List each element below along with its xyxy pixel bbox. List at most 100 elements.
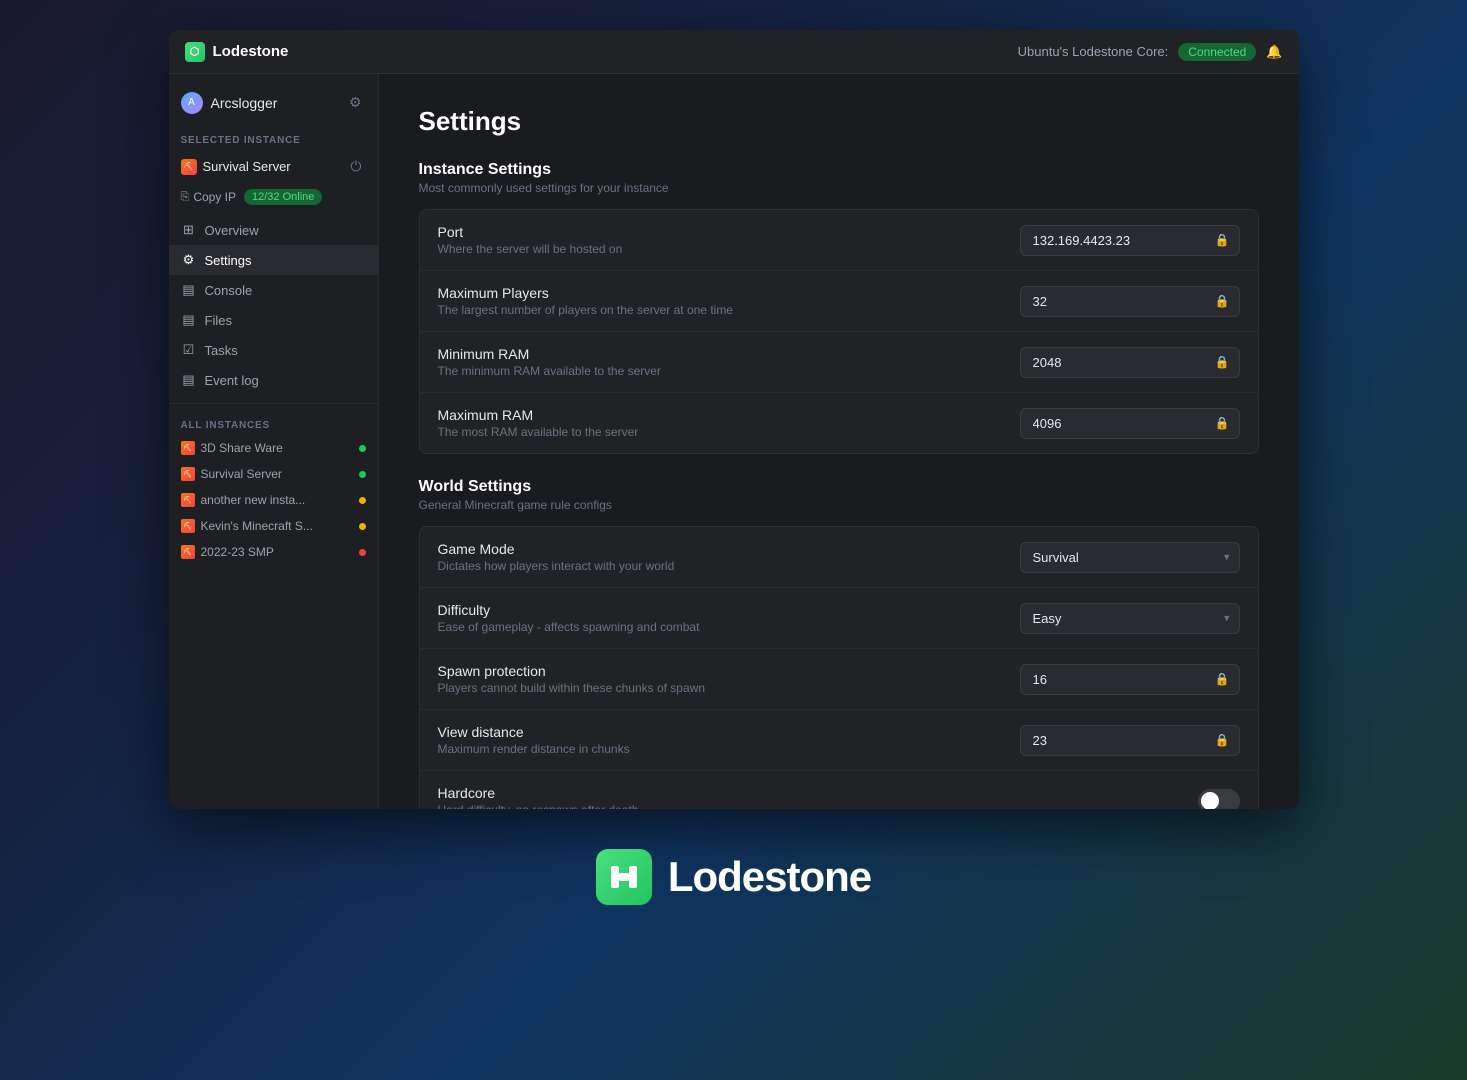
setting-row-port: Port Where the server will be hosted on … [420,210,1258,271]
instance-list-name: 2022-23 SMP [201,545,274,559]
overview-icon: ⊞ [181,222,197,238]
nav-label-overview: Overview [205,223,259,238]
port-input[interactable] [1020,225,1240,256]
view-distance-input[interactable] [1020,725,1240,756]
tasks-icon: ☑ [181,342,197,358]
username: Arcslogger [211,95,278,111]
setting-left: Port Where the server will be hosted on [438,224,1020,256]
sidebar-item-tasks[interactable]: ☑ Tasks [169,335,378,365]
sidebar-item-settings[interactable]: ⚙ Settings [169,245,378,275]
setting-desc: Ease of gameplay - affects spawning and … [438,620,1020,634]
instance-list-name: Survival Server [201,467,282,481]
avatar: A [181,92,203,114]
header: ⬡ Lodestone Ubuntu's Lodestone Core: Con… [169,30,1299,74]
sidebar-user-row: A Arcslogger ⚙ [169,86,378,127]
setting-name: Game Mode [438,541,1020,557]
hardcore-toggle[interactable] [1198,789,1240,809]
copy-icon: ⎘ [181,191,190,204]
setting-left: Maximum Players The largest number of pl… [438,285,1020,317]
setting-name: Difficulty [438,602,1020,618]
power-button[interactable]: ⏻ [346,154,365,179]
core-label: Ubuntu's Lodestone Core: [1018,44,1169,59]
app-title: Lodestone [213,43,289,60]
setting-desc: The largest number of players on the ser… [438,303,1020,317]
instance-settings-title: Instance Settings [419,161,1259,179]
copy-ip-row: ⎘ Copy IP 12/32 Online [169,185,378,215]
sidebar: A Arcslogger ⚙ SELECTED INSTANCE ⛏ Survi… [169,74,379,809]
sidebar-item-overview[interactable]: ⊞ Overview [169,215,378,245]
status-dot-green [359,445,366,452]
setting-row-hardcore: Hardcore Hard difficulty, no respawn aft… [420,771,1258,809]
setting-row-max-players: Maximum Players The largest number of pl… [420,271,1258,332]
setting-desc: The minimum RAM available to the server [438,364,1020,378]
connected-badge: Connected [1178,43,1256,61]
all-instances-label: ALL INSTANCES [169,412,378,435]
app-window: ⬡ Lodestone Ubuntu's Lodestone Core: Con… [169,30,1299,809]
setting-row-gamemode: Game Mode Dictates how players interact … [420,527,1258,588]
lodestone-logo-icon: ⬡ [185,42,205,62]
notification-icon[interactable]: 🔔 [1266,44,1282,60]
nav-label-settings: Settings [205,253,252,268]
setting-left: Hardcore Hard difficulty, no respawn aft… [438,785,1198,809]
instance-list-name: Kevin's Minecraft S... [201,519,313,533]
gamemode-select-wrap: Survival Creative Adventure Spectator ▾ [1020,542,1240,573]
list-item[interactable]: ⛏ 2022-23 SMP [169,539,378,565]
status-dot-yellow [359,523,366,530]
instance-list-name: another new insta... [201,493,306,507]
copy-ip-label: Copy IP [193,190,236,204]
gamemode-select[interactable]: Survival Creative Adventure Spectator [1020,542,1240,573]
list-item[interactable]: ⛏ Kevin's Minecraft S... [169,513,378,539]
sidebar-item-console[interactable]: ▤ Console [169,275,378,305]
status-dot-green [359,471,366,478]
setting-row-difficulty: Difficulty Ease of gameplay - affects sp… [420,588,1258,649]
inst-icon: ⛏ [181,545,195,559]
spawn-protection-input-wrap: 🔒 [1020,664,1240,695]
setting-left: Difficulty Ease of gameplay - affects sp… [438,602,1020,634]
nav-label-tasks: Tasks [205,343,238,358]
selected-instance-name: ⛏ Survival Server [181,159,291,175]
list-item[interactable]: ⛏ another new insta... [169,487,378,513]
min-ram-input[interactable] [1020,347,1240,378]
setting-name: View distance [438,724,1020,740]
instance-icon: ⛏ [181,159,197,175]
nav-label-console: Console [205,283,253,298]
instance-left: ⛏ Survival Server [181,467,282,481]
difficulty-select[interactable]: Peaceful Easy Normal Hard [1020,603,1240,634]
copy-ip-button[interactable]: ⎘ Copy IP [181,190,237,204]
content-area: Settings Instance Settings Most commonly… [379,74,1299,809]
setting-name: Port [438,224,1020,240]
nav-label-files: Files [205,313,232,328]
instance-settings-desc: Most commonly used settings for your ins… [419,181,1259,195]
minram-input-wrap: 🔒 [1020,347,1240,378]
online-badge: 12/32 Online [244,189,322,205]
eventlog-icon: ▤ [181,372,197,388]
instance-left: ⛏ Kevin's Minecraft S... [181,519,313,533]
setting-desc: Where the server will be hosted on [438,242,1020,256]
sidebar-item-eventlog[interactable]: ▤ Event log [169,365,378,395]
difficulty-select-wrap: Peaceful Easy Normal Hard ▾ [1020,603,1240,634]
footer-logo-text: Lodestone [668,853,871,901]
instance-left: ⛏ 3D Share Ware [181,441,283,455]
maxplayers-input-wrap: 🔒 [1020,286,1240,317]
max-ram-input[interactable] [1020,408,1240,439]
max-players-input[interactable] [1020,286,1240,317]
world-settings-card: Game Mode Dictates how players interact … [419,526,1259,809]
spawn-protection-input[interactable] [1020,664,1240,695]
setting-name: Maximum RAM [438,407,1020,423]
list-item[interactable]: ⛏ Survival Server [169,461,378,487]
user-settings-button[interactable]: ⚙ [345,90,366,115]
instance-settings-card: Port Where the server will be hosted on … [419,209,1259,454]
sidebar-item-files[interactable]: ▤ Files [169,305,378,335]
port-input-wrap: 🔒 [1020,225,1240,256]
setting-desc: The most RAM available to the server [438,425,1020,439]
setting-name: Hardcore [438,785,1198,801]
settings-icon: ⚙ [181,252,197,268]
selected-instance-label: SELECTED INSTANCE [169,127,378,150]
list-item[interactable]: ⛏ 3D Share Ware [169,435,378,461]
instance-list-name: 3D Share Ware [201,441,283,455]
footer-logo-icon [596,849,652,905]
world-settings-desc: General Minecraft game rule configs [419,498,1259,512]
status-dot-yellow [359,497,366,504]
nav-label-eventlog: Event log [205,373,259,388]
setting-row-view-distance: View distance Maximum render distance in… [420,710,1258,771]
